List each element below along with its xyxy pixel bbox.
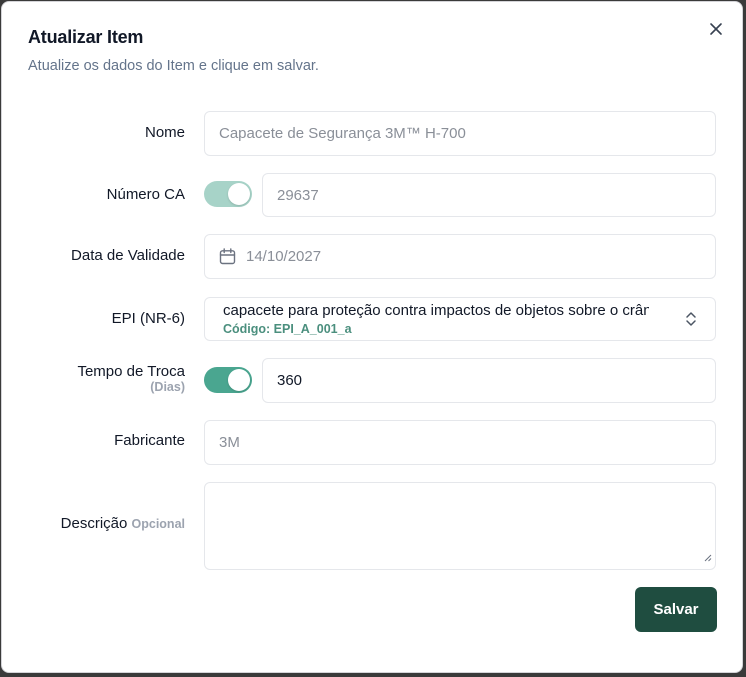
tempo-troca-label: Tempo de Troca <box>77 363 185 380</box>
update-item-dialog: Atualizar Item Atualize os dados do Item… <box>1 1 743 673</box>
data-validade-label: Data de Validade <box>71 247 185 264</box>
descricao-optional: Opcional <box>131 517 185 531</box>
nome-label: Nome <box>144 124 185 141</box>
numero-ca-toggle[interactable] <box>204 181 252 207</box>
descricao-label-text: Descrição <box>60 515 128 532</box>
dialog-title: Atualizar Item <box>28 27 144 47</box>
resize-handle-icon[interactable] <box>704 549 712 566</box>
data-validade-input[interactable]: 14/10/2027 <box>204 234 716 279</box>
tempo-troca-input[interactable]: 360 <box>262 358 716 403</box>
epi-label: EPI (NR-6) <box>111 310 185 327</box>
fabricante-label: Fabricante <box>114 432 185 449</box>
data-validade-value: 14/10/2027 <box>246 248 322 265</box>
numero-ca-label: Número CA <box>106 186 185 203</box>
tempo-troca-toggle[interactable] <box>204 367 252 393</box>
dialog-subtitle: Atualize os dados do Item e clique em sa… <box>28 58 319 74</box>
fabricante-value: 3M <box>219 434 240 451</box>
descricao-label: Descrição Opcional <box>61 515 185 532</box>
descricao-textarea[interactable] <box>204 482 716 570</box>
epi-code: Código: EPI_A_001_a <box>223 321 352 336</box>
tempo-troca-sublabel: (Dias) <box>150 380 185 394</box>
epi-selected-value: capacete para proteção contra impactos d… <box>223 301 649 319</box>
nome-input[interactable]: Capacete de Segurança 3M™ H-700 <box>204 111 716 156</box>
tempo-troca-value: 360 <box>277 372 303 389</box>
close-icon[interactable] <box>705 18 727 40</box>
chevron-up-down-icon <box>685 310 697 332</box>
nome-placeholder: Capacete de Segurança 3M™ H-700 <box>219 125 466 142</box>
numero-ca-value: 29637 <box>277 186 319 204</box>
epi-select[interactable]: capacete para proteção contra impactos d… <box>204 297 716 341</box>
save-button[interactable]: Salvar <box>635 587 717 632</box>
numero-ca-input[interactable]: 29637 <box>262 173 716 217</box>
fabricante-input[interactable]: 3M <box>204 420 716 465</box>
calendar-icon <box>219 248 236 265</box>
